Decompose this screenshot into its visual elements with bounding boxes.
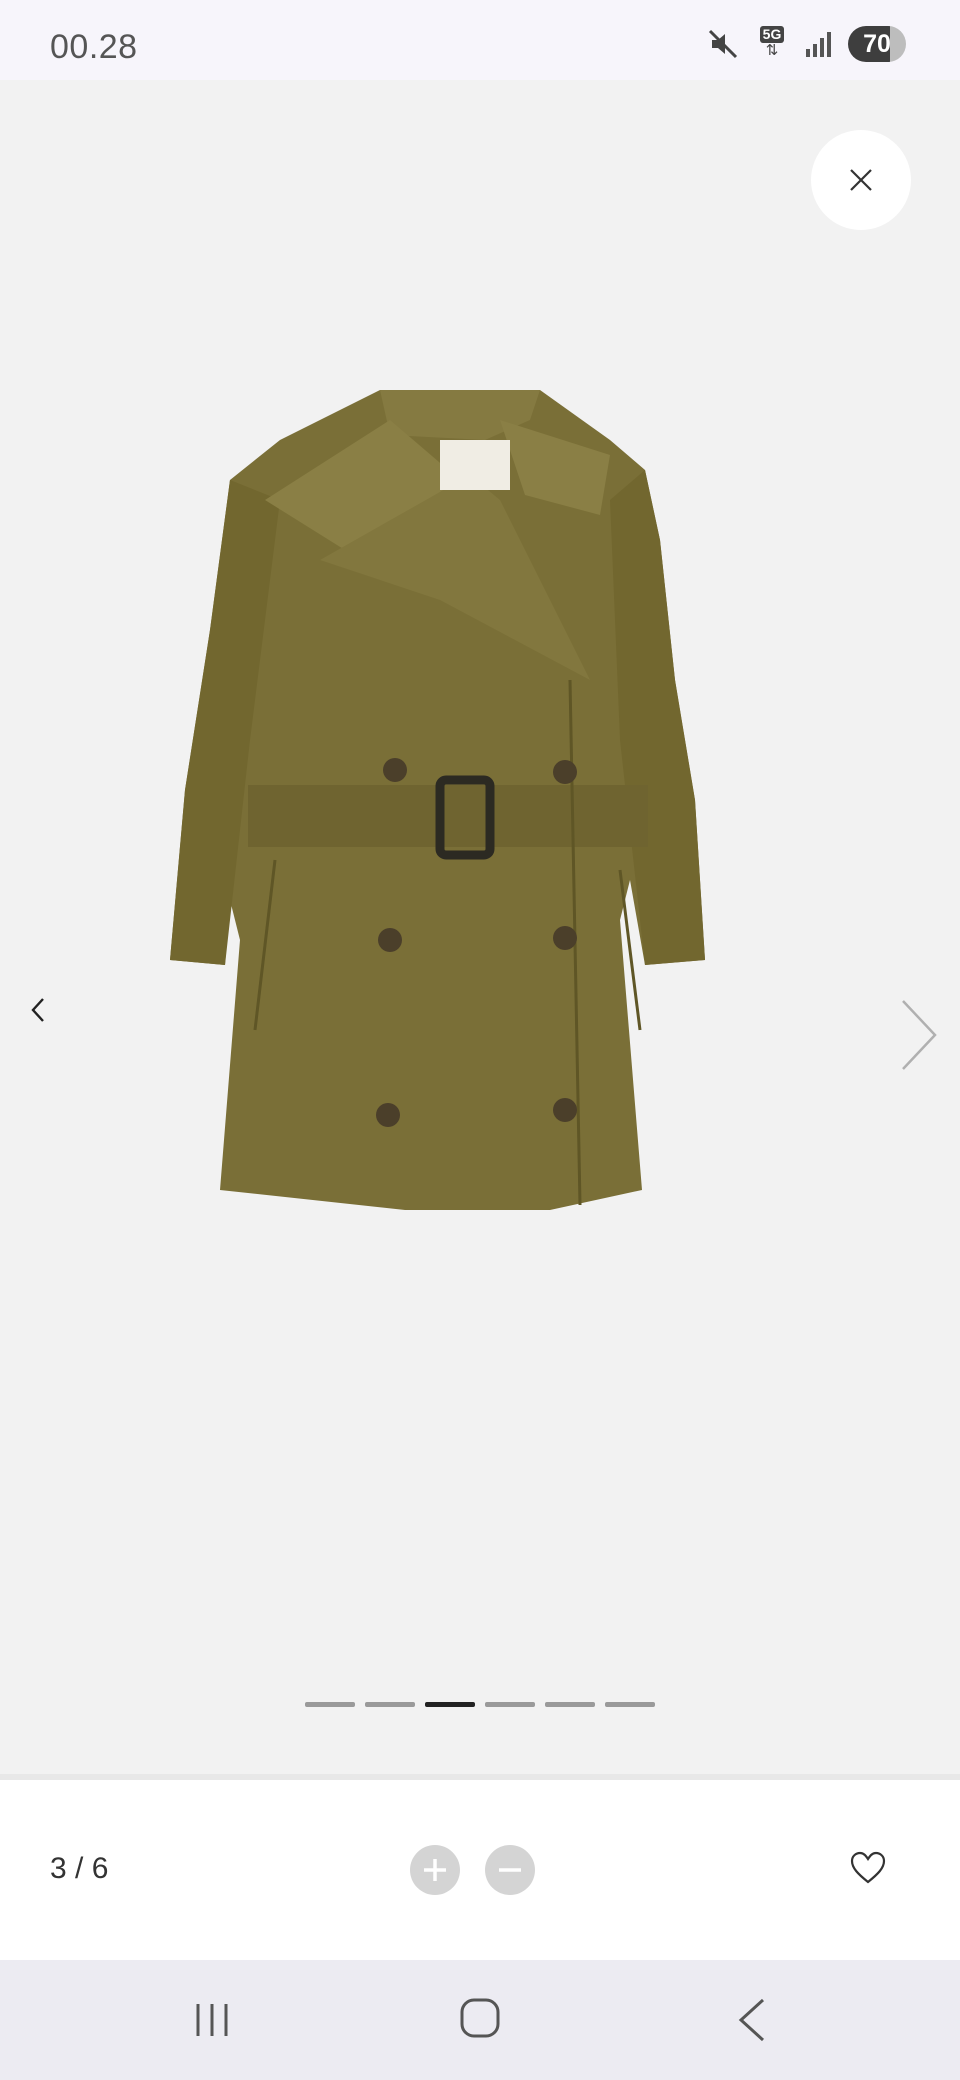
mute-icon <box>708 29 738 59</box>
slide-dot-1[interactable] <box>305 1702 355 1707</box>
slide-dot-4[interactable] <box>485 1702 535 1707</box>
home-icon[interactable] <box>458 1996 502 2040</box>
next-image-button[interactable] <box>894 980 944 1090</box>
slide-dot-3-active[interactable] <box>425 1702 475 1707</box>
previous-image-button[interactable] <box>18 980 58 1040</box>
slide-dot-2[interactable] <box>365 1702 415 1707</box>
close-icon <box>850 169 872 191</box>
favorite-button[interactable] <box>846 1846 890 1890</box>
chevron-left-icon <box>31 998 44 1022</box>
system-navigation-bar <box>0 1960 960 2080</box>
5g-data-icon: 5G ⇅ <box>754 26 790 62</box>
image-gallery[interactable] <box>0 80 960 1774</box>
status-time: 00.28 <box>50 28 138 66</box>
slide-dot-6[interactable] <box>605 1702 655 1707</box>
back-icon[interactable] <box>733 1996 773 2044</box>
image-counter: 3 / 6 <box>50 1852 109 1885</box>
zoom-out-icon <box>499 1868 521 1872</box>
close-button[interactable] <box>811 130 911 230</box>
status-icons: 5G ⇅ 70 <box>706 26 906 62</box>
slide-dot-5[interactable] <box>545 1702 595 1707</box>
zoom-in-icon <box>424 1859 446 1881</box>
signal-icon <box>806 32 831 57</box>
zoom-out-button[interactable] <box>485 1845 535 1895</box>
slide-indicator <box>305 1702 655 1707</box>
battery-icon: 70 <box>848 26 906 62</box>
product-image <box>170 390 705 1210</box>
heart-icon <box>850 1851 886 1884</box>
recent-apps-icon[interactable] <box>190 1998 234 2042</box>
status-bar: 00.28 5G ⇅ 70 <box>0 0 960 80</box>
gallery-toolbar: 3 / 6 <box>0 1780 960 1960</box>
zoom-in-button[interactable] <box>410 1845 460 1895</box>
chevron-right-icon <box>902 1000 937 1070</box>
